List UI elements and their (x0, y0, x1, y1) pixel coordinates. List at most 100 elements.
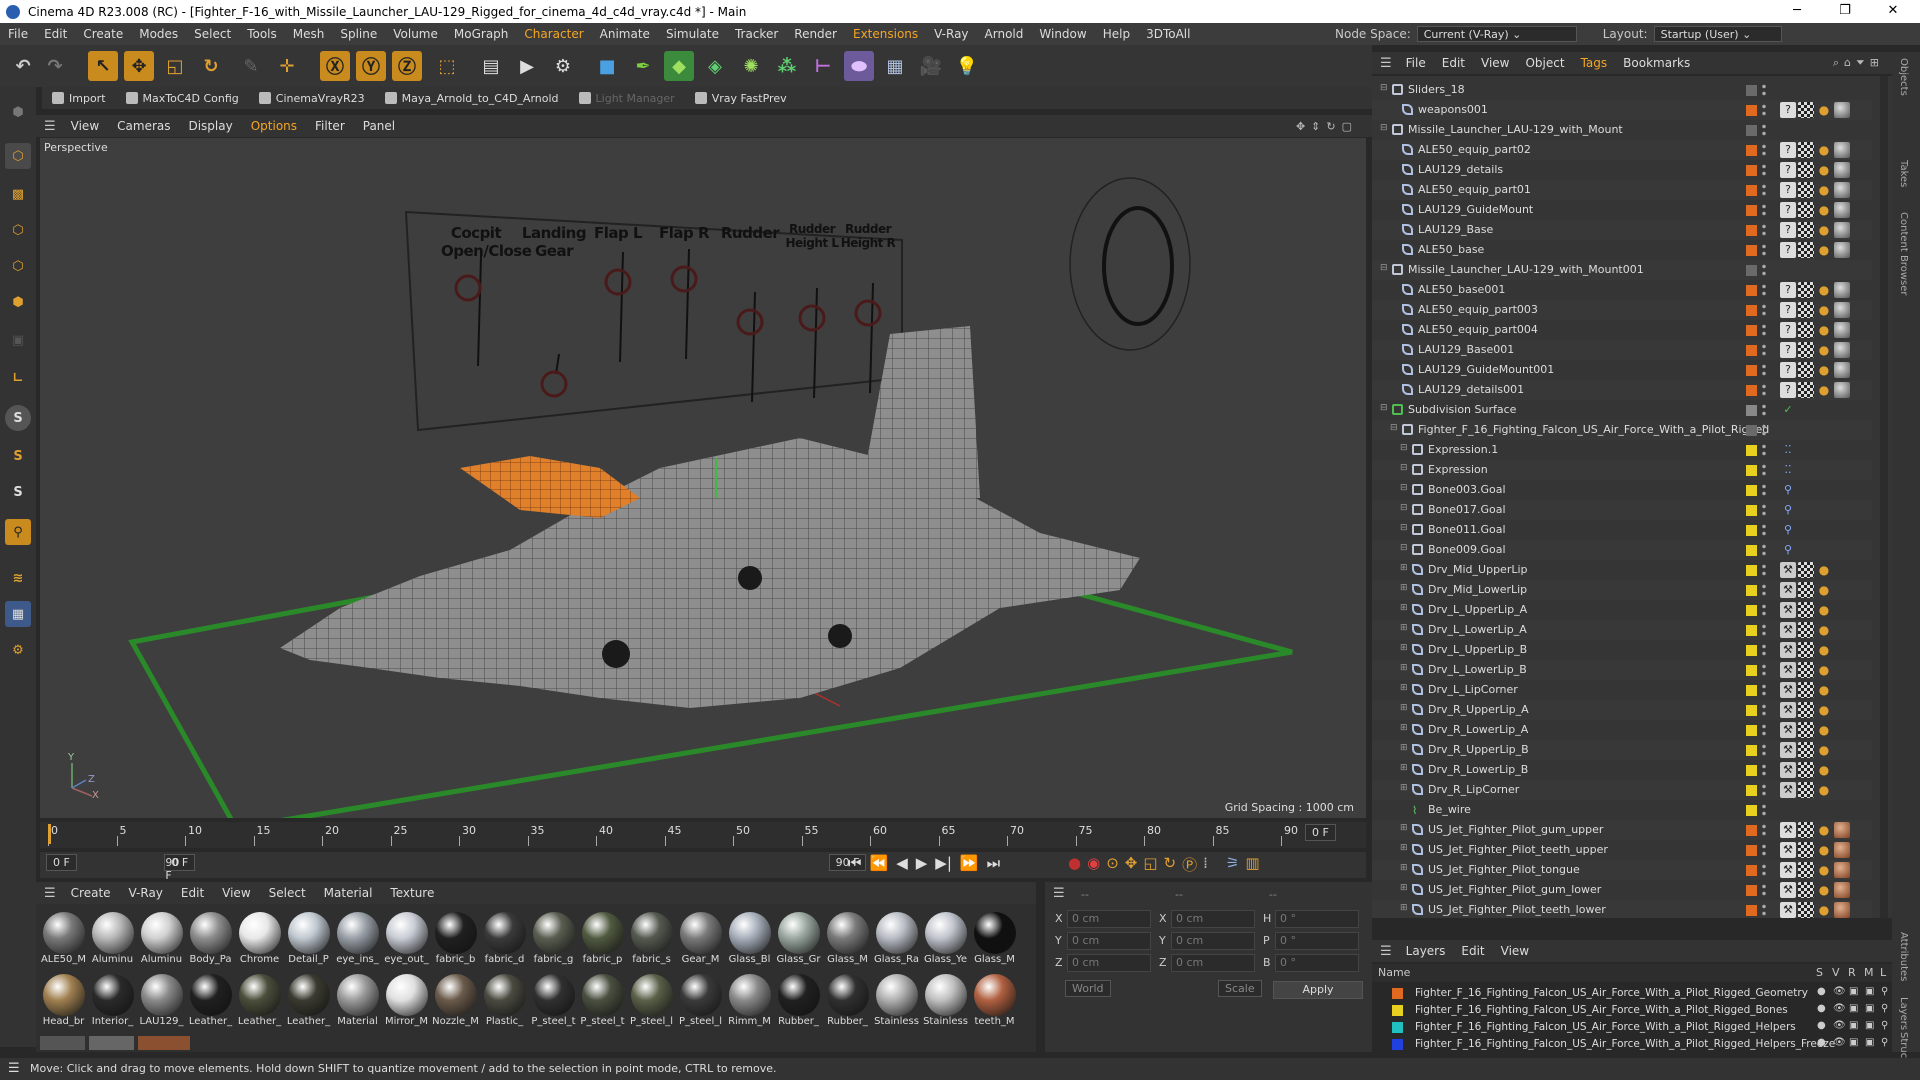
visibility-dots[interactable] (1762, 563, 1766, 577)
display-tag-icon[interactable] (1798, 762, 1814, 778)
visibility-dots[interactable] (1762, 363, 1766, 377)
visibility-dots[interactable] (1762, 263, 1766, 277)
texture-tag-icon[interactable] (1798, 822, 1814, 838)
visibility-dots[interactable] (1762, 283, 1766, 297)
driver-tag-icon[interactable]: ● (1816, 742, 1832, 758)
visibility-dots[interactable] (1762, 143, 1766, 157)
layer-color-swatch[interactable] (1746, 505, 1757, 516)
material-swatch[interactable]: Nozzle_M (432, 972, 479, 1032)
layer-color-swatch[interactable] (1392, 1005, 1403, 1016)
material-ball-tag-icon[interactable] (1834, 102, 1850, 118)
material-ball-tag-icon[interactable] (1834, 322, 1850, 338)
material-swatch[interactable]: ALE50_M (40, 910, 87, 970)
z-axis-lock-button[interactable]: Ⓩ (392, 51, 422, 81)
material-swatch[interactable]: Glass_Ra (873, 910, 920, 970)
unknown-tag-icon[interactable]: ? (1780, 182, 1796, 198)
object-row[interactable]: ALE50_equip_part004? ● (1372, 320, 1872, 340)
layer-toggle-icon[interactable]: ● (1817, 1003, 1826, 1014)
viewport-menu-display[interactable]: Display (179, 119, 241, 133)
layer-color-swatch[interactable] (1746, 185, 1757, 196)
material-swatch[interactable]: Stainless (922, 972, 969, 1032)
material-ball-tag-icon[interactable] (1834, 242, 1850, 258)
layer-color-swatch[interactable] (1746, 585, 1757, 596)
xpresso-tag-icon[interactable]: ⁚⁚ (1780, 442, 1796, 458)
object-row[interactable]: LAU129_Base001? ● (1372, 340, 1872, 360)
deformer-button[interactable]: ✺ (736, 51, 766, 81)
menu-window[interactable]: Window (1031, 27, 1094, 41)
unknown-tag-icon[interactable]: ? (1780, 302, 1796, 318)
layers-menu-layers[interactable]: Layers (1398, 944, 1454, 958)
object-row[interactable]: ⊞ Drv_L_LowerLip_A ⚒ ● (1372, 620, 1872, 640)
floor-button[interactable]: ▦ (880, 51, 910, 81)
expand-icon[interactable]: ⊟ (1400, 463, 1408, 473)
visibility-dots[interactable] (1762, 823, 1766, 837)
expand-icon[interactable]: ⊞ (1400, 583, 1408, 593)
y-axis-lock-button[interactable]: Ⓨ (356, 51, 386, 81)
layer-color-swatch[interactable] (1746, 265, 1757, 276)
object-row[interactable]: ⊟ Subdivision Surface ✓ (1372, 400, 1872, 420)
material-tag-icon[interactable]: ● (1816, 862, 1832, 878)
object-row[interactable]: ⊟ Missile_Launcher_LAU-129_with_Mount (1372, 120, 1872, 140)
objects-menu-file[interactable]: File (1398, 56, 1434, 70)
texture-tag-icon[interactable] (1798, 362, 1814, 378)
layers-menu-view[interactable]: View (1493, 944, 1537, 958)
scale-key-button[interactable]: ◱ (1143, 854, 1157, 875)
coord-value-field[interactable]: 0 cm (1171, 910, 1255, 928)
texture-tag-icon[interactable] (1798, 342, 1814, 358)
material-tag-icon[interactable]: ● (1816, 242, 1832, 258)
visibility-dots[interactable] (1762, 423, 1766, 437)
material-swatch[interactable]: fabric_g (530, 910, 577, 970)
coords-hamburger-icon[interactable]: ☰ (1053, 886, 1065, 901)
material-menu-create[interactable]: Create (62, 886, 120, 900)
menu-help[interactable]: Help (1095, 27, 1138, 41)
layer-color-swatch[interactable] (1746, 305, 1757, 316)
skin-tag-icon[interactable]: ⚒ (1780, 862, 1796, 878)
object-row[interactable]: ⊟ Expression ⁚⁚ (1372, 460, 1872, 480)
visibility-dots[interactable] (1762, 723, 1766, 737)
visibility-dots[interactable] (1762, 223, 1766, 237)
unknown-tag-icon[interactable]: ? (1780, 142, 1796, 158)
material-swatch[interactable]: Body_Pa (187, 910, 234, 970)
viewport-nav-icons[interactable]: ✥⇕↻▢ (1296, 120, 1358, 133)
material-swatch[interactable]: Rubber_ (824, 972, 871, 1032)
layer-color-swatch[interactable] (1746, 345, 1757, 356)
material-swatch[interactable]: Leather_ (236, 972, 283, 1032)
texture-tag-icon[interactable] (1798, 222, 1814, 238)
restore-button[interactable]: ❐ (1822, 0, 1868, 23)
layer-row[interactable]: Fighter_F_16_Fighting_Falcon_US_Air_Forc… (1372, 1002, 1892, 1019)
material-swatch[interactable]: Glass_Bl (726, 910, 773, 970)
layer-color-swatch[interactable] (1746, 325, 1757, 336)
expand-icon[interactable]: ⊞ (1400, 863, 1408, 873)
object-search-icons[interactable]: ⌕⌂⏷⊞ (1833, 56, 1884, 70)
menu-simulate[interactable]: Simulate (658, 27, 727, 41)
plugin-import[interactable]: Import (42, 92, 116, 105)
ik-goal-tag-icon[interactable]: ⚲ (1780, 522, 1796, 538)
texture-tag-icon[interactable] (1798, 322, 1814, 338)
next-frame-button[interactable]: ▶| (935, 854, 952, 872)
rotation-key-button[interactable]: ↻ (1164, 854, 1177, 875)
edges-mode-button[interactable]: ⬡ (5, 253, 31, 279)
material-tag-icon[interactable]: ● (1816, 842, 1832, 858)
objects-menu-view[interactable]: View (1473, 56, 1517, 70)
coordinate-system-button[interactable]: ⬚ (432, 51, 462, 81)
layer-toggle-icon[interactable]: 👁 (1833, 1003, 1846, 1014)
menu-v-ray[interactable]: V-Ray (926, 27, 976, 41)
expand-icon[interactable]: ⊟ (1390, 423, 1398, 433)
lock-workplane-button[interactable]: ⚙ (5, 637, 31, 663)
layer-row[interactable]: Fighter_F_16_Fighting_Falcon_US_Air_Forc… (1372, 985, 1892, 1002)
material-swatch[interactable]: Glass_M (971, 910, 1018, 970)
coord-value-field[interactable]: 0 cm (1067, 932, 1151, 950)
object-row[interactable]: ⊞ Drv_L_LipCorner ⚒ ● (1372, 680, 1872, 700)
object-row[interactable]: ALE50_equip_part01? ● (1372, 180, 1872, 200)
visibility-dots[interactable] (1762, 163, 1766, 177)
render-view-button[interactable]: ▤ (476, 51, 506, 81)
material-swatch[interactable]: Interior_ (89, 972, 136, 1032)
play-button[interactable]: ▶ (916, 854, 928, 872)
timeline-window-button[interactable]: ⚞ (1226, 854, 1239, 875)
layer-toggle-icon[interactable]: 👁 (1833, 1037, 1846, 1048)
material-swatch[interactable]: Glass_Gr (775, 910, 822, 970)
texture-tag-icon[interactable] (1798, 182, 1814, 198)
visibility-dots[interactable] (1762, 303, 1766, 317)
material-ball-tag-icon[interactable] (1834, 362, 1850, 378)
next-key-button[interactable]: ⏩ (960, 854, 979, 872)
